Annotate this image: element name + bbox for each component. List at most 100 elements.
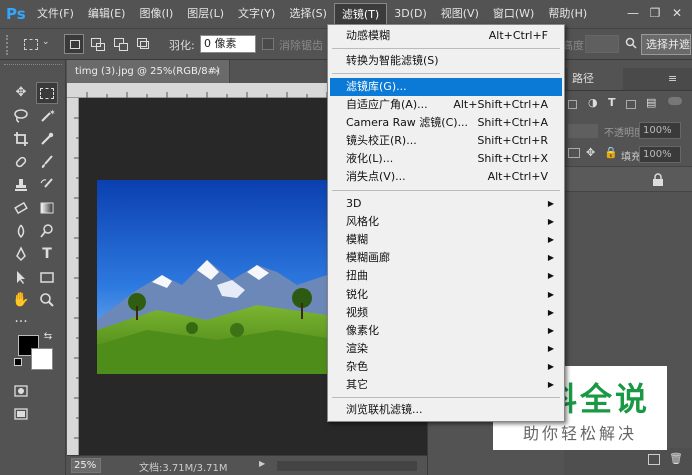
add-selection-button[interactable] (87, 34, 107, 54)
path-selection-tool-icon[interactable] (10, 266, 32, 288)
filter-smart-icon[interactable]: ▤ (646, 96, 656, 109)
search-icon[interactable] (625, 37, 637, 49)
default-colors-icon[interactable] (14, 358, 22, 366)
menu-window[interactable]: 窗口(W) (486, 3, 541, 25)
menu-item-pixelate[interactable]: 像素化 ▶ (330, 322, 562, 340)
brush-tool-icon[interactable] (36, 151, 58, 173)
lasso-tool-icon[interactable] (10, 105, 32, 127)
pen-tool-icon[interactable] (10, 243, 32, 265)
crop-tool-icon[interactable] (10, 128, 32, 150)
lock-position-icon[interactable]: ✥ (586, 146, 595, 159)
intersect-selection-button[interactable] (133, 34, 153, 54)
hand-tool-icon[interactable]: ✋ (10, 289, 32, 311)
menu-item-3d[interactable]: 3D ▶ (330, 195, 562, 213)
lock-all-icon[interactable]: 🔒 (604, 146, 618, 159)
options-grip[interactable] (6, 35, 14, 55)
menu-3d[interactable]: 3D(D) (387, 3, 434, 25)
document-image[interactable] (97, 180, 327, 374)
filter-pixel-icon[interactable] (568, 100, 577, 109)
toolbox-grip[interactable] (4, 64, 62, 68)
eyedropper-tool-icon[interactable] (36, 128, 58, 150)
filter-type-icon[interactable]: T (608, 96, 616, 109)
menu-filter[interactable]: 滤镜(T) (333, 3, 388, 25)
more-tools-icon[interactable]: ··· (10, 311, 32, 333)
healing-brush-tool-icon[interactable] (10, 151, 32, 173)
menu-item-liquify[interactable]: 液化(L)... Shift+Ctrl+X (330, 150, 562, 168)
rectangle-tool-icon[interactable] (36, 266, 58, 288)
tool-preset-picker[interactable]: ⌄ (20, 34, 54, 55)
menu-item-shortcut: Alt+Shift+Ctrl+A (453, 98, 548, 111)
layer-row-background[interactable] (564, 166, 692, 192)
menu-item-convert-smart-filter[interactable]: 转换为智能滤镜(S) (330, 52, 562, 70)
menu-file[interactable]: 文件(F) (30, 3, 81, 25)
menu-item-video[interactable]: 视频 ▶ (330, 304, 562, 322)
menu-item-browse-online-filters[interactable]: 浏览联机滤镜... (330, 401, 562, 419)
screen-mode-icon[interactable] (10, 403, 32, 425)
close-window-icon[interactable]: ✕ (666, 4, 688, 22)
zoom-tool-icon[interactable] (36, 289, 58, 311)
dodge-tool-icon[interactable] (36, 220, 58, 242)
zoom-level-field[interactable]: 25% (71, 458, 101, 473)
menu-item-adaptive-wide-angle[interactable]: 自适应广角(A)... Alt+Shift+Ctrl+A (330, 96, 562, 114)
height-input[interactable] (585, 35, 619, 53)
clone-stamp-tool-icon[interactable] (10, 174, 32, 196)
vertical-ruler[interactable] (67, 98, 79, 455)
menu-edit[interactable]: 编辑(E) (81, 3, 133, 25)
submenu-arrow-icon: ▶ (547, 380, 554, 389)
menu-item-stylize[interactable]: 风格化 ▶ (330, 213, 562, 231)
menu-item-render[interactable]: 渲染 ▶ (330, 340, 562, 358)
feather-input[interactable]: 0 像素 (200, 35, 256, 53)
lock-pixels-icon[interactable] (568, 148, 580, 158)
history-brush-tool-icon[interactable] (36, 174, 58, 196)
chevron-right-icon[interactable]: ▶ (259, 459, 265, 468)
menu-item-lens-correction[interactable]: 镜头校正(R)... Shift+Ctrl+R (330, 132, 562, 150)
opacity-input[interactable]: 100% (639, 122, 681, 139)
filter-shape-icon[interactable] (626, 100, 636, 109)
menu-item-blur[interactable]: 模糊 ▶ (330, 231, 562, 249)
delete-layer-icon[interactable]: 🗑 (669, 452, 683, 465)
document-info[interactable]: 文档:3.71M/3.71M (139, 459, 228, 474)
minimize-icon[interactable]: — (622, 4, 644, 22)
menu-image[interactable]: 图像(I) (132, 3, 180, 25)
menu-item-motion-blur[interactable]: 动感模糊 Alt+Ctrl+F (330, 27, 562, 45)
move-tool-icon[interactable]: ✥ (10, 82, 32, 104)
select-and-mask-button[interactable]: 选择并遮住... (641, 34, 691, 55)
filter-adjust-icon[interactable]: ◑ (588, 96, 598, 109)
restore-icon[interactable]: ❐ (644, 4, 666, 22)
panel-menu-icon[interactable]: ≡ (668, 72, 677, 85)
background-color-swatch[interactable] (31, 348, 53, 370)
menu-item-blur-gallery[interactable]: 模糊画廊 ▶ (330, 249, 562, 267)
eraser-tool-icon[interactable] (10, 197, 32, 219)
menu-type[interactable]: 文字(Y) (231, 3, 282, 25)
close-icon[interactable]: × (213, 60, 221, 83)
menu-item-sharpen[interactable]: 锐化 ▶ (330, 286, 562, 304)
menu-item-noise[interactable]: 杂色 ▶ (330, 358, 562, 376)
menu-item-label: 动感模糊 (346, 29, 390, 42)
quick-mask-icon[interactable] (10, 380, 32, 402)
menu-layer[interactable]: 图层(L) (180, 3, 231, 25)
fill-input[interactable]: 100% (639, 146, 681, 163)
type-tool-icon[interactable]: T (36, 243, 58, 265)
tab-paths[interactable]: 路径 (568, 68, 623, 90)
new-layer-icon[interactable] (648, 454, 660, 465)
swap-colors-icon[interactable]: ⇆ (40, 330, 56, 344)
new-selection-button[interactable] (64, 34, 84, 54)
menu-item-other[interactable]: 其它 ▶ (330, 376, 562, 394)
marquee-tool-icon[interactable] (36, 82, 58, 104)
gradient-tool-icon[interactable] (36, 197, 58, 219)
blur-tool-icon[interactable] (10, 220, 32, 242)
menu-help[interactable]: 帮助(H) (541, 3, 594, 25)
subtract-selection-button[interactable] (110, 34, 130, 54)
menu-item-vanishing-point[interactable]: 消失点(V)... Alt+Ctrl+V (330, 168, 562, 186)
filter-toggle[interactable] (668, 97, 682, 105)
menu-item-filter-gallery[interactable]: 滤镜库(G)... (330, 78, 562, 96)
blend-mode-dropdown[interactable] (568, 124, 598, 138)
menu-item-distort[interactable]: 扭曲 ▶ (330, 267, 562, 285)
document-tab[interactable]: timg (3).jpg @ 25%(RGB/8#) × (67, 60, 230, 83)
menu-view[interactable]: 视图(V) (434, 3, 486, 25)
menu-select[interactable]: 选择(S) (282, 3, 334, 25)
menu-item-camera-raw-filter[interactable]: Camera Raw 滤镜(C)... Shift+Ctrl+A (330, 114, 562, 132)
horizontal-scrollbar[interactable] (277, 461, 417, 471)
magic-wand-tool-icon[interactable]: ✶ (36, 105, 58, 127)
antialias-checkbox[interactable] (262, 38, 274, 50)
